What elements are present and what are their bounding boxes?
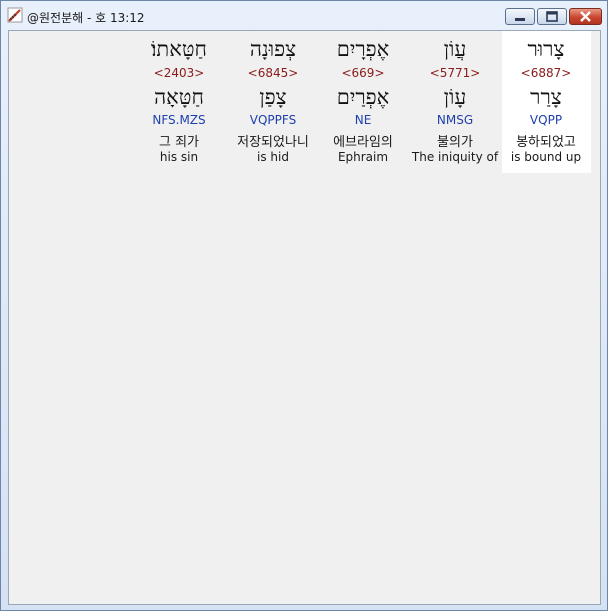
lemma-word: אֶפְרַיִם [336, 85, 390, 109]
minimize-button[interactable] [505, 8, 535, 25]
english-gloss: his sin [159, 150, 199, 164]
lemma-word: עָוֹן [443, 85, 467, 109]
close-icon [580, 11, 591, 22]
english-gloss: is hid [257, 150, 289, 164]
hebrew-word: עֲוֹן [443, 37, 467, 61]
hebrew-word: חַטָּאתוֹ׃ [151, 37, 207, 61]
word-column[interactable]: צָרוּר <6887> צָרַר VQPP 봉하되었고 is bound up [501, 31, 591, 173]
app-window: @원전분해 - 호 13:12 צָרוּר <6887> צָרַר VQPP 봉하되… [0, 0, 608, 611]
title-bar[interactable]: @원전분해 - 호 13:12 [1, 1, 607, 30]
korean-gloss: 불의가 [437, 135, 473, 150]
strong-number[interactable]: <6845> [227, 66, 319, 80]
korean-gloss: 그 죄가 [158, 135, 199, 150]
morphology-code: NFS.MZS [152, 113, 206, 127]
hebrew-word: צָרוּר [527, 37, 565, 61]
strong-number[interactable]: <6887> [502, 66, 591, 80]
lemma-word: צָרַר [530, 85, 562, 109]
english-gloss: Ephraim [337, 150, 389, 164]
lemma-word: צָפַן [259, 85, 287, 109]
minimize-icon [515, 18, 525, 21]
window-title: @원전분해 - 호 13:12 [27, 11, 145, 25]
english-gloss: is bound up [510, 150, 582, 164]
lemma-word: חַטָּאָה [154, 85, 204, 109]
english-gloss: The iniquity of [411, 150, 499, 164]
word-column[interactable]: חַטָּאתוֹ׃ <2403> חַטָּאָה NFS.MZS 그 죄가 his s… [133, 31, 225, 173]
korean-gloss: 에브라임의 [333, 135, 393, 150]
hebrew-word: אֶפְרָיִם [336, 37, 390, 61]
interlinear-panel: צָרוּר <6887> צָרַר VQPP 봉하되었고 is bound up עֲו… [8, 30, 601, 605]
hebrew-word: צְפוּנָה [249, 37, 297, 61]
morphology-code: NMSG [436, 113, 474, 127]
korean-gloss: 봉하되었고 [516, 135, 576, 150]
strong-number[interactable]: <5771> [409, 66, 501, 80]
maximize-button[interactable] [537, 8, 567, 25]
word-column[interactable]: צְפוּנָה <6845> צָפַן VQPPFS 저장되었나니 is hid [227, 31, 319, 173]
pencil-ruler-icon[interactable] [7, 7, 23, 23]
strong-number[interactable]: <669> [317, 66, 409, 80]
morphology-code: NE [354, 113, 372, 127]
strong-number[interactable]: <2403> [133, 66, 225, 80]
morphology-code: VQPPFS [249, 113, 297, 127]
morphology-code: VQPP [529, 113, 563, 127]
word-column[interactable]: אֶפְרָיִם <669> אֶפְרַיִם NE 에브라임의 Ephraim [317, 31, 409, 173]
korean-gloss: 저장되었나니 [237, 135, 309, 150]
close-button[interactable] [569, 8, 602, 25]
word-column[interactable]: עֲוֹן <5771> עָוֹן NMSG 불의가 The iniquity of [409, 31, 501, 173]
maximize-icon [546, 11, 558, 22]
